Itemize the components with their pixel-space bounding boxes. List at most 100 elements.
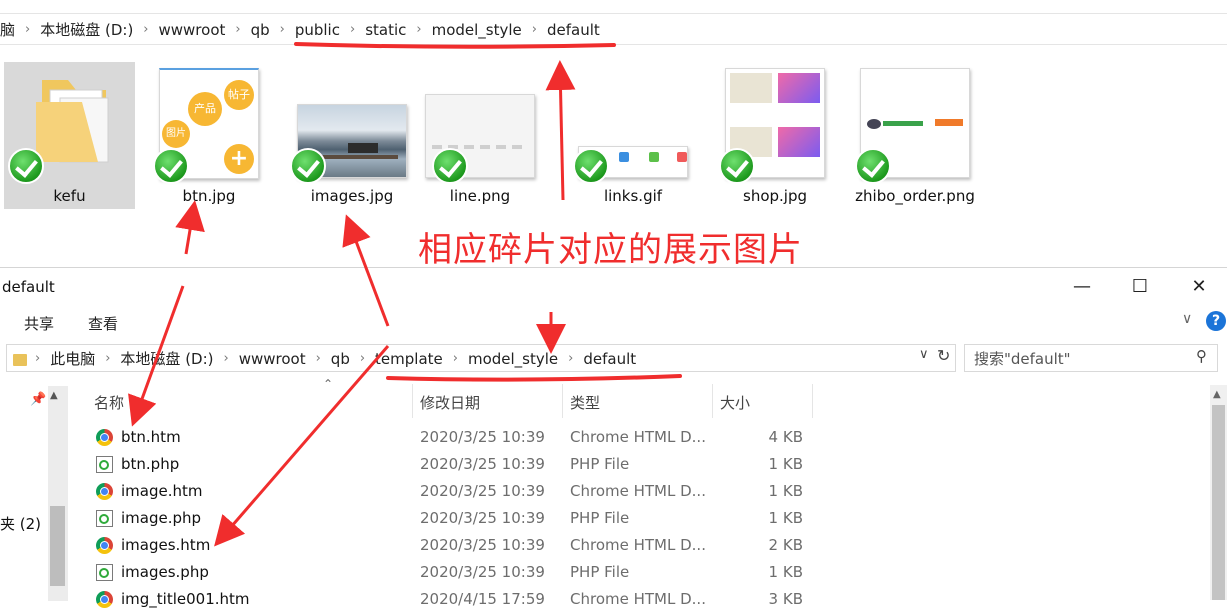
green-check-icon <box>855 148 891 184</box>
chrome-icon <box>96 537 113 554</box>
file-size: 1 KB <box>768 482 803 500</box>
breadcrumb-item[interactable]: 此电脑 <box>44 348 101 369</box>
file-item-kefu[interactable]: kefu <box>4 62 135 209</box>
breadcrumb-separator-icon[interactable]: › <box>101 351 114 366</box>
file-type: Chrome HTML D... <box>570 590 706 608</box>
chrome-icon <box>96 429 113 446</box>
maximize-icon[interactable]: ☐ <box>1128 276 1152 298</box>
breadcrumb-item[interactable]: model_style <box>462 350 564 368</box>
file-item-line-png[interactable]: line.png <box>418 62 542 212</box>
breadcrumb-separator-icon[interactable]: › <box>564 351 577 366</box>
column-size[interactable]: 大小 <box>720 392 750 413</box>
breadcrumb-item[interactable]: qb <box>325 350 356 368</box>
file-item-shop-jpg[interactable]: shop.jpg <box>713 62 837 212</box>
folder-icon <box>13 353 27 366</box>
breadcrumb-separator-icon[interactable]: › <box>35 351 44 366</box>
table-row[interactable]: btn.htm 2020/3/25 10:39 Chrome HTML D... 4 … <box>94 425 814 452</box>
file-type: Chrome HTML D... <box>570 428 706 446</box>
breadcrumb-separator-icon[interactable]: › <box>220 351 233 366</box>
green-check-icon <box>290 148 326 184</box>
table-row[interactable]: image.php 2020/3/25 10:39 PHP File 1 KB <box>94 506 814 533</box>
breadcrumb-item[interactable]: static <box>359 21 412 39</box>
file-date: 2020/3/25 10:39 <box>420 509 545 527</box>
pin-icon[interactable]: 📌 <box>30 392 46 407</box>
scroll-up-icon[interactable]: ▲ <box>50 390 58 401</box>
php-file-icon <box>96 564 113 581</box>
breadcrumb-separator-icon[interactable]: › <box>528 22 541 37</box>
window-title: default <box>2 278 55 296</box>
file-label: kefu <box>53 187 86 205</box>
table-row[interactable]: img_title001.htm 2020/4/15 17:59 Chrome HT… <box>94 587 814 614</box>
green-check-icon <box>153 148 189 184</box>
file-label: images.jpg <box>310 187 394 205</box>
breadcrumb-item[interactable]: qb <box>245 21 276 39</box>
file-name: img_title001.htm <box>121 590 250 608</box>
breadcrumb-separator-icon[interactable]: › <box>139 22 152 37</box>
column-date[interactable]: 修改日期 <box>420 392 480 413</box>
address-dropdown-icon[interactable]: ∨ <box>919 347 929 362</box>
breadcrumb-separator-icon[interactable]: › <box>312 351 325 366</box>
close-icon[interactable]: ✕ <box>1187 276 1211 298</box>
search-input[interactable]: 搜索"default" ⚲ <box>964 344 1218 372</box>
breadcrumb-item[interactable]: model_style <box>426 21 528 39</box>
green-check-icon <box>719 148 755 184</box>
tab-view[interactable]: 查看 <box>88 313 118 334</box>
file-name: image.htm <box>121 482 203 500</box>
breadcrumb-item[interactable]: wwwroot <box>233 350 312 368</box>
file-item-zhibo-order-png[interactable]: zhibo_order.png <box>853 62 977 212</box>
table-row[interactable]: image.htm 2020/3/25 10:39 Chrome HTML D...… <box>94 479 814 506</box>
breadcrumb-separator-icon[interactable]: › <box>346 22 359 37</box>
breadcrumb-separator-icon[interactable]: › <box>231 22 244 37</box>
file-name: btn.php <box>121 455 180 473</box>
breadcrumb-separator-icon[interactable]: › <box>412 22 425 37</box>
breadcrumb-item[interactable]: default <box>577 350 642 368</box>
file-label: line.png <box>449 187 511 205</box>
breadcrumb-item[interactable]: template <box>369 350 449 368</box>
breadcrumb-item[interactable]: default <box>541 21 606 39</box>
breadcrumb-item[interactable]: 本地磁盘 (D:) <box>114 348 219 369</box>
breadcrumb-item[interactable]: public <box>289 21 346 39</box>
file-size: 2 KB <box>768 536 803 554</box>
table-row[interactable]: images.php 2020/3/25 10:39 PHP File 1 KB <box>94 560 814 587</box>
arrow-btn-up <box>175 200 205 255</box>
scroll-up-icon[interactable]: ▲ <box>1213 389 1221 400</box>
badge-tupian: 图片 <box>162 120 190 148</box>
tab-share[interactable]: 共享 <box>24 313 54 334</box>
file-item-btn-jpg[interactable]: 帖子 产品 图片 + btn.jpg <box>147 62 271 212</box>
nav-scrollbar[interactable] <box>48 386 68 601</box>
table-row[interactable]: btn.php 2020/3/25 10:39 PHP File 1 KB <box>94 452 814 479</box>
breadcrumb-separator-icon[interactable]: › <box>21 22 34 37</box>
breadcrumb-separator-icon[interactable]: › <box>449 351 462 366</box>
column-name[interactable]: 名称 <box>94 392 124 413</box>
badge-plus-icon: + <box>224 144 254 174</box>
column-type[interactable]: 类型 <box>570 392 600 413</box>
file-date: 2020/3/25 10:39 <box>420 482 545 500</box>
file-date: 2020/3/25 10:39 <box>420 563 545 581</box>
file-type: PHP File <box>570 563 630 581</box>
chevron-down-icon[interactable]: ∨ <box>1182 311 1192 327</box>
minimize-icon[interactable]: — <box>1070 276 1094 298</box>
file-type: Chrome HTML D... <box>570 536 706 554</box>
breadcrumb-separator-icon[interactable]: › <box>356 351 369 366</box>
address-bar[interactable]: › 此电脑 › 本地磁盘 (D:) › wwwroot › qb › templ… <box>6 344 956 372</box>
breadcrumb-separator-icon[interactable]: › <box>276 22 289 37</box>
nav-item-folders[interactable]: 夹 (2) <box>0 513 41 534</box>
file-date: 2020/3/25 10:39 <box>420 455 545 473</box>
annotation-text: 相应碎片对应的展示图片 <box>418 230 803 270</box>
file-list-scrollbar[interactable] <box>1210 385 1227 600</box>
file-type: Chrome HTML D... <box>570 482 706 500</box>
file-date: 2020/4/15 17:59 <box>420 590 545 608</box>
breadcrumb-item[interactable]: 脑 <box>0 19 21 40</box>
file-name: images.htm <box>121 536 211 554</box>
ribbon-tabs: 共享 查看 <box>24 313 118 334</box>
file-size: 4 KB <box>768 428 803 446</box>
help-icon[interactable]: ? <box>1206 311 1226 331</box>
breadcrumb-item[interactable]: 本地磁盘 (D:) <box>34 19 139 40</box>
table-row[interactable]: images.htm 2020/3/25 10:39 Chrome HTML D..… <box>94 533 814 560</box>
file-item-links-gif[interactable]: links.gif <box>571 62 695 212</box>
file-item-images-jpg[interactable]: images.jpg <box>290 62 414 212</box>
refresh-icon[interactable]: ↻ <box>937 346 950 365</box>
breadcrumb-item[interactable]: wwwroot <box>153 21 232 39</box>
search-icon[interactable]: ⚲ <box>1196 347 1207 365</box>
file-name: btn.htm <box>121 428 181 446</box>
